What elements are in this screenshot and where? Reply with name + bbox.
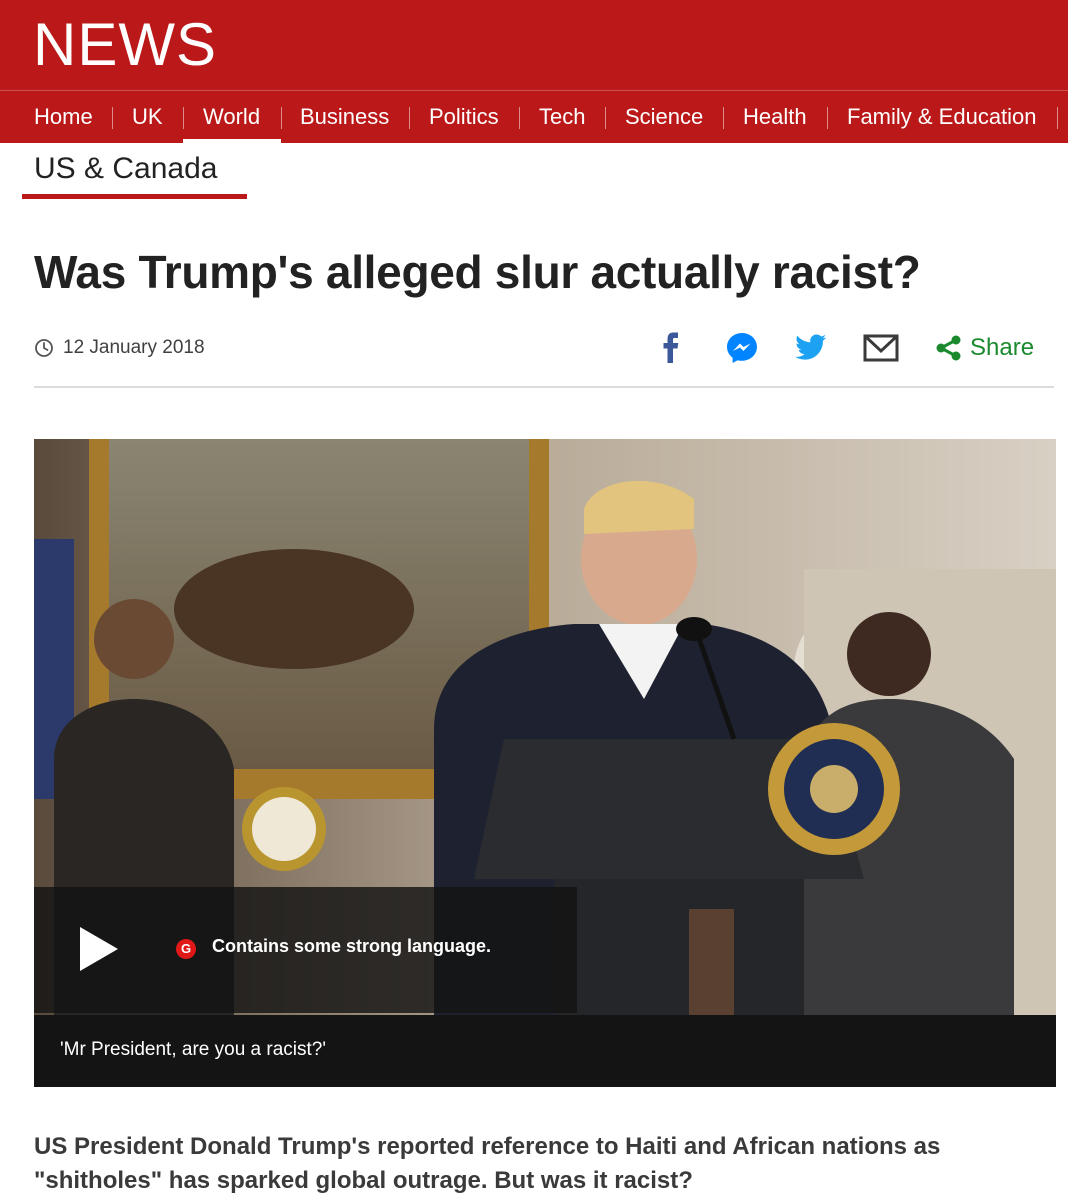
share-button[interactable]: Share (970, 331, 1034, 365)
news-logo[interactable]: NEWS (33, 13, 217, 77)
nav-separator (605, 107, 606, 129)
article-headline: Was Trump's alleged slur actually racist… (34, 246, 921, 298)
share-icon[interactable] (935, 335, 963, 361)
nav-item-uk[interactable]: UK (132, 91, 163, 143)
video-caption: 'Mr President, are you a racist?' (60, 1039, 326, 1060)
nav-item-family-education[interactable]: Family & Education (847, 91, 1037, 143)
nav-item-politics[interactable]: Politics (429, 91, 499, 143)
nav-separator (723, 107, 724, 129)
email-icon[interactable] (863, 334, 899, 362)
nav-separator (1057, 107, 1058, 129)
warning-overlay: G Contains some strong language. (34, 887, 577, 1013)
nav-item-world[interactable]: World (203, 91, 260, 143)
facebook-icon[interactable] (660, 332, 682, 364)
divider (34, 386, 1054, 388)
nav-item-home[interactable]: Home (34, 91, 93, 143)
nav-separator (112, 107, 113, 129)
nav-item-science[interactable]: Science (625, 91, 703, 143)
nav-separator (827, 107, 828, 129)
clock-icon (35, 339, 53, 357)
video-player[interactable]: G Contains some strong language. 'Mr Pre… (34, 439, 1056, 1087)
nav-item-business[interactable]: Business (300, 91, 389, 143)
primary-nav: Home UK World Business Politics Tech Sci… (0, 90, 1068, 144)
nav-item-tech[interactable]: Tech (539, 91, 585, 143)
messenger-icon[interactable] (725, 331, 759, 365)
nav-separator (281, 107, 282, 129)
guidance-warning: Contains some strong language. (212, 936, 492, 956)
nav-active-indicator (183, 139, 281, 144)
nav-separator (409, 107, 410, 129)
masthead: NEWS (0, 0, 1068, 90)
nav-separator (183, 107, 184, 129)
article-summary: US President Donald Trump's reported ref… (34, 1133, 941, 1194)
subnav-us-canada[interactable]: US & Canada (34, 152, 217, 186)
twitter-icon[interactable] (795, 334, 827, 362)
guidance-badge: G (176, 939, 196, 959)
caption-bar: 'Mr President, are you a racist?' (34, 1015, 1056, 1087)
nav-item-health[interactable]: Health (743, 91, 807, 143)
subnav-active-indicator (22, 194, 247, 199)
date-text: 12 January 2018 (63, 337, 205, 358)
play-icon[interactable] (80, 927, 118, 971)
nav-separator (519, 107, 520, 129)
